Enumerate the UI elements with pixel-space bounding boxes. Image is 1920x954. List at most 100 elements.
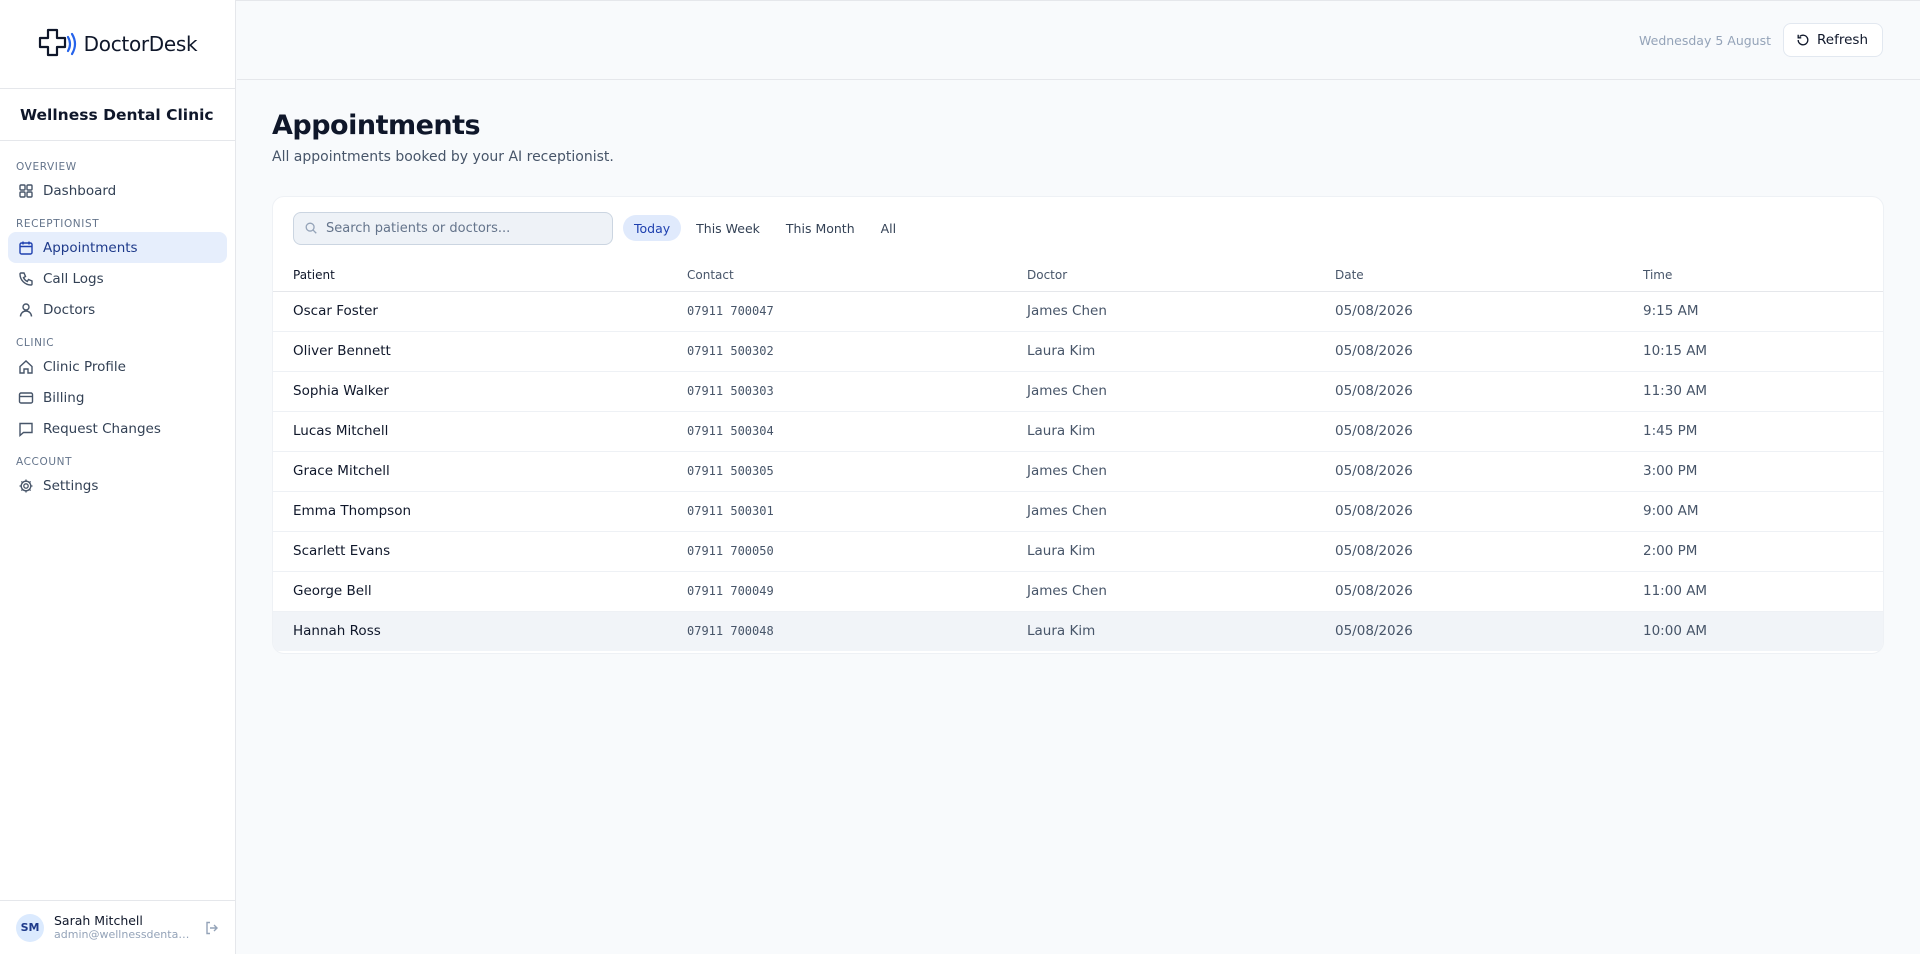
cell-date: 05/08/2026 bbox=[1335, 291, 1643, 332]
phone-icon bbox=[18, 271, 34, 287]
cell-patient: George Bell bbox=[273, 571, 687, 612]
filter-this-month[interactable]: This Month bbox=[775, 215, 866, 241]
cell-patient: Scarlett Evans bbox=[273, 531, 687, 572]
cell-patient: Grace Mitchell bbox=[273, 451, 687, 492]
cell-time: 2:00 PM bbox=[1643, 531, 1883, 572]
avatar: SM bbox=[16, 913, 44, 942]
sidebar-item-dashboard[interactable]: Dashboard bbox=[8, 175, 227, 206]
sidebar-item-settings[interactable]: Settings bbox=[8, 470, 227, 501]
cell-contact: 07911 700047 bbox=[687, 291, 1027, 332]
table-row[interactable]: Sophia Walker 07911 500303 James Chen 05… bbox=[273, 371, 1883, 412]
cell-time: 10:00 AM bbox=[1643, 623, 1708, 640]
column-header-contact[interactable]: Contact bbox=[687, 259, 1027, 292]
gear-icon bbox=[18, 478, 34, 494]
table-row[interactable]: Oliver Bennett 07911 500302 Laura Kim 05… bbox=[273, 331, 1883, 372]
section-label-account: ACCOUNT bbox=[16, 456, 73, 468]
user-profile[interactable]: SM Sarah Mitchell admin@wellnessdental.c… bbox=[0, 900, 236, 954]
cell-doctor: James Chen bbox=[1027, 291, 1335, 332]
sidebar-item-billing[interactable]: Billing bbox=[8, 382, 227, 413]
cell-patient: Oscar Foster bbox=[273, 291, 687, 332]
table-row[interactable]: Hannah Ross 07911 700048 Laura Kim 05/08… bbox=[273, 611, 1883, 651]
cell-date: 05/08/2026 bbox=[1335, 491, 1643, 532]
brand-logo[interactable]: DoctorDesk bbox=[0, 0, 235, 89]
main-content: Appointments All appointments booked by … bbox=[272, 80, 1884, 654]
search-box[interactable] bbox=[293, 211, 613, 245]
column-header-doctor[interactable]: Doctor bbox=[1027, 259, 1335, 292]
table-row[interactable]: Grace Mitchell 07911 500305 James Chen 0… bbox=[273, 451, 1883, 492]
table-row[interactable]: George Bell 07911 700049 James Chen 05/0… bbox=[273, 571, 1883, 612]
cell-contact: 07911 500305 bbox=[687, 451, 1027, 492]
sidebar-item-clinic-profile[interactable]: Clinic Profile bbox=[8, 351, 227, 382]
cell-date: 05/08/2026 bbox=[1335, 331, 1643, 372]
column-header-time[interactable]: Time bbox=[1643, 259, 1883, 292]
cell-contact: 07911 500302 bbox=[687, 331, 1027, 372]
sidebar-item-call-logs[interactable]: Call Logs bbox=[8, 263, 227, 294]
cell-time: 11:30 AM bbox=[1643, 371, 1883, 412]
table-row[interactable]: Emma Thompson 07911 500301 James Chen 05… bbox=[273, 491, 1883, 532]
user-icon bbox=[18, 302, 34, 318]
section-label-receptionist: RECEPTIONIST bbox=[16, 218, 100, 230]
brand-name: DoctorDesk bbox=[83, 32, 198, 56]
cell-date: 05/08/2026 bbox=[1335, 451, 1643, 492]
search-input[interactable] bbox=[326, 220, 606, 236]
cell-doctor: Laura Kim bbox=[1027, 623, 1096, 640]
credit-card-icon bbox=[18, 390, 34, 406]
appointments-table: Patient Contact Doctor Date Time Oscar F… bbox=[273, 259, 1883, 651]
cell-contact: 07911 700049 bbox=[687, 571, 1027, 612]
cell-date: 05/08/2026 bbox=[1335, 571, 1643, 612]
filter-all[interactable]: All bbox=[870, 215, 908, 241]
doctordesk-logo-icon bbox=[38, 28, 76, 57]
cell-doctor: Laura Kim bbox=[1027, 411, 1335, 452]
sidebar: DoctorDesk Wellness Dental Clinic OVERVI… bbox=[0, 0, 236, 954]
user-name: Sarah Mitchell bbox=[54, 913, 143, 929]
table-row[interactable]: Lucas Mitchell 07911 500304 Laura Kim 05… bbox=[273, 411, 1883, 452]
cell-date: 05/08/2026 bbox=[1335, 371, 1643, 412]
cell-time: 3:00 PM bbox=[1643, 451, 1883, 492]
section-label-overview: OVERVIEW bbox=[16, 161, 77, 173]
cell-doctor: James Chen bbox=[1027, 491, 1335, 532]
sidebar-item-label: Appointments bbox=[43, 239, 138, 256]
home-icon bbox=[18, 359, 34, 375]
sidebar-item-label: Doctors bbox=[43, 301, 96, 318]
cell-contact: 07911 700048 bbox=[687, 624, 774, 639]
cell-time: 10:15 AM bbox=[1643, 331, 1883, 372]
sidebar-item-request-changes[interactable]: Request Changes bbox=[8, 413, 227, 444]
filter-this-week[interactable]: This Week bbox=[685, 215, 771, 241]
cell-time: 1:45 PM bbox=[1643, 411, 1883, 452]
cell-contact: 07911 500303 bbox=[687, 371, 1027, 412]
sidebar-item-label: Call Logs bbox=[43, 270, 104, 287]
message-icon bbox=[18, 421, 34, 437]
filter-today[interactable]: Today bbox=[623, 215, 682, 241]
clinic-name: Wellness Dental Clinic bbox=[0, 89, 235, 141]
cell-doctor: James Chen bbox=[1027, 371, 1335, 412]
cell-doctor: Laura Kim bbox=[1027, 331, 1335, 372]
refresh-label: Refresh bbox=[1817, 32, 1868, 48]
search-icon bbox=[304, 221, 318, 235]
refresh-button[interactable]: Refresh bbox=[1783, 23, 1883, 57]
cell-contact: 07911 700050 bbox=[687, 531, 1027, 572]
cell-contact: 07911 500304 bbox=[687, 411, 1027, 452]
cell-date: 05/08/2026 bbox=[1335, 623, 1413, 640]
table-header-row: Patient Contact Doctor Date Time bbox=[273, 259, 1883, 292]
cell-date: 05/08/2026 bbox=[1335, 531, 1643, 572]
sidebar-item-label: Dashboard bbox=[43, 182, 117, 199]
date-filters: Today This Week This Month All bbox=[623, 215, 907, 241]
table-toolbar: Today This Week This Month All bbox=[273, 197, 1883, 259]
sidebar-item-doctors[interactable]: Doctors bbox=[8, 294, 227, 325]
refresh-icon bbox=[1796, 33, 1810, 47]
cell-patient: Lucas Mitchell bbox=[273, 411, 687, 452]
column-header-patient[interactable]: Patient bbox=[273, 259, 687, 292]
cell-patient: Sophia Walker bbox=[273, 371, 687, 412]
sidebar-item-appointments[interactable]: Appointments bbox=[8, 232, 227, 263]
current-date: Wednesday 5 August bbox=[1639, 32, 1772, 48]
table-row[interactable]: Oscar Foster 07911 700047 James Chen 05/… bbox=[273, 291, 1883, 332]
table-row[interactable]: Scarlett Evans 07911 700050 Laura Kim 05… bbox=[273, 531, 1883, 572]
sidebar-item-label: Settings bbox=[43, 477, 99, 494]
user-email: admin@wellnessdental.c... bbox=[54, 928, 190, 942]
column-header-date[interactable]: Date bbox=[1335, 259, 1643, 292]
logout-icon[interactable] bbox=[204, 920, 220, 936]
cell-doctor: Laura Kim bbox=[1027, 531, 1335, 572]
cell-doctor: James Chen bbox=[1027, 451, 1335, 492]
section-label-clinic: CLINIC bbox=[16, 337, 55, 349]
sidebar-item-label: Billing bbox=[43, 389, 85, 406]
